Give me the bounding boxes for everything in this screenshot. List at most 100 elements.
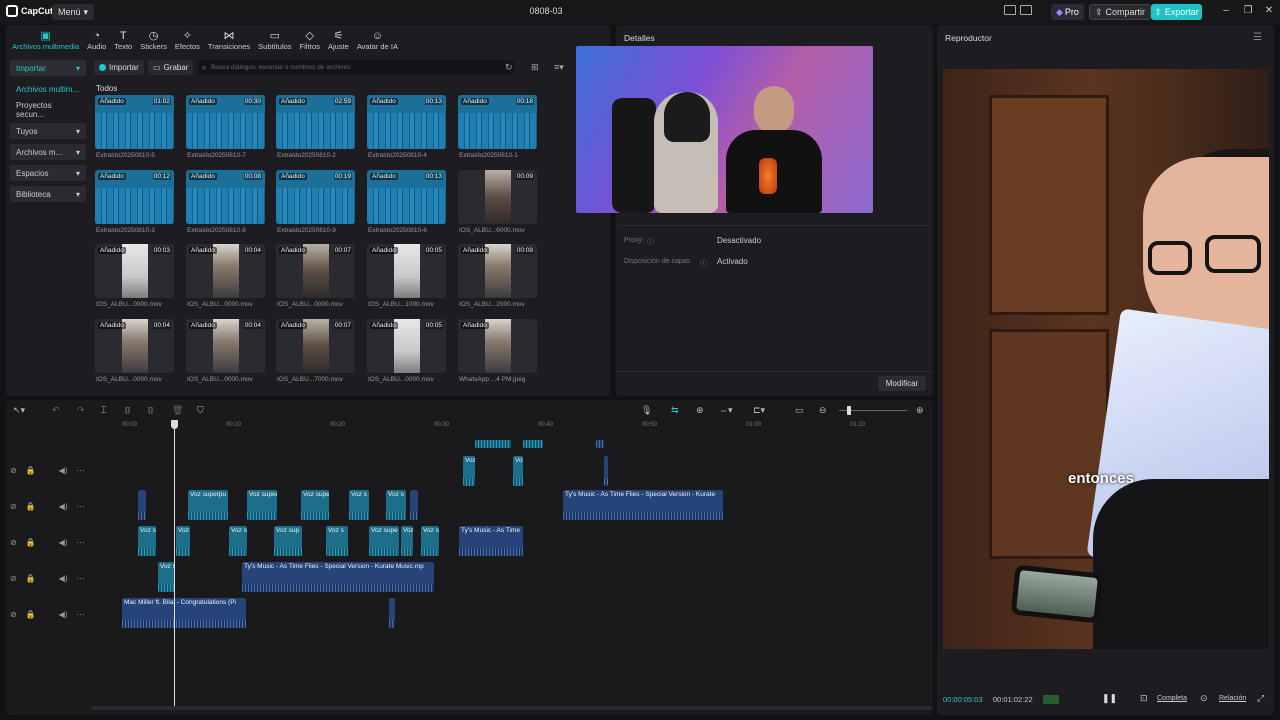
info-icon[interactable]: ⓘ — [700, 258, 707, 268]
share-button[interactable]: ⇪ Compartir — [1089, 4, 1152, 20]
audio-clip[interactable] — [389, 598, 395, 628]
full-quality-button[interactable]: Completa — [1157, 695, 1187, 702]
voiceover-clip[interactable]: Voz s — [386, 490, 406, 520]
voiceover-clip[interactable]: Voz superpu — [188, 490, 228, 520]
media-thumbnail[interactable]: Añadido 00:08 — [186, 170, 265, 224]
minimize-icon[interactable]: – — [1220, 5, 1232, 17]
playhead[interactable] — [174, 422, 175, 706]
voiceover-clip[interactable]: Voz super — [247, 490, 277, 520]
zoom-slider-handle[interactable] — [847, 406, 851, 415]
media-thumbnail[interactable]: Añadido 00:13 — [367, 95, 446, 149]
link-icon[interactable]: ⊕ — [696, 405, 704, 416]
hide-track-icon[interactable]: ⊘ — [10, 466, 17, 475]
more-icon[interactable]: ⋯ — [77, 502, 85, 511]
voiceover-clip[interactable]: Voz supe — [301, 490, 329, 520]
select-tool-icon[interactable]: ↖▾ — [13, 405, 25, 416]
audio-clip[interactable] — [138, 490, 146, 520]
media-thumbnail[interactable]: Añadido 00:13 — [367, 170, 446, 224]
tab-stickers[interactable]: ◷ Stickers — [136, 25, 171, 51]
microphone-icon[interactable]: 🎙 — [641, 405, 652, 416]
tab-ai-avatar[interactable]: ☺ Avatar de IA — [353, 25, 402, 51]
tab-audio[interactable]: ◔ Audio — [83, 25, 110, 51]
sidebar-item-files[interactable]: Archivos m... ▾ — [10, 144, 86, 160]
mute-icon[interactable]: ◀) — [59, 466, 68, 475]
tab-filters[interactable]: ◇ Filtros — [296, 25, 324, 51]
mute-icon[interactable]: ◀) — [59, 574, 68, 583]
voiceover-clip[interactable]: Voz — [463, 456, 475, 486]
media-thumbnail[interactable]: Añadido 00:03 — [95, 244, 174, 298]
zoom-in-icon[interactable]: ⊕ — [916, 405, 924, 416]
restore-icon[interactable]: ❐ — [1242, 5, 1254, 17]
sidebar-item-secondary-projects[interactable]: Proyectos secun... — [10, 101, 86, 119]
info-icon[interactable]: ⓘ — [647, 237, 654, 247]
magnet-icon[interactable]: ⇆ — [671, 405, 679, 416]
audio-clip[interactable] — [596, 440, 604, 448]
modify-button[interactable]: Modificar — [878, 376, 926, 391]
split-icon[interactable]: ⌶ — [101, 405, 106, 416]
audio-clip[interactable]: Ty's Music - As Time Flies - Special Ver… — [242, 562, 434, 592]
media-thumbnail[interactable]: Añadido 00:07 — [276, 244, 355, 298]
lock-icon[interactable]: 🔒 — [26, 466, 36, 475]
fullscreen-edit-icon[interactable]: ⊡ — [1140, 693, 1148, 704]
mute-icon[interactable]: ◀) — [59, 538, 68, 547]
media-thumbnail[interactable]: Añadido 00:08 — [458, 244, 537, 298]
crop-icon[interactable]: ⊙ — [1200, 693, 1208, 704]
media-thumbnail[interactable]: Añadido — [458, 319, 537, 373]
voiceover-clip[interactable]: Voz s — [349, 490, 369, 520]
playhead-handle[interactable] — [171, 420, 178, 429]
refresh-icon[interactable]: ↻ — [505, 62, 513, 73]
hide-track-icon[interactable]: ⊘ — [10, 574, 17, 583]
search-input[interactable]: ⌕ Busca diálogos, escenas o nombres de ar… — [198, 60, 514, 75]
media-thumbnail[interactable]: Añadido 02:59 — [276, 95, 355, 149]
timeline-scrollbar[interactable] — [92, 706, 932, 710]
pro-button[interactable]: ◆ Pro — [1051, 4, 1084, 20]
tab-media[interactable]: ▣ Archivos multimedia — [8, 25, 83, 51]
media-thumbnail[interactable]: Añadido 00:04 — [186, 319, 265, 373]
media-thumbnail[interactable]: Añadido 00:04 — [95, 319, 174, 373]
audio-clip[interactable] — [410, 490, 418, 520]
tab-adjust[interactable]: ⚟ Ajuste — [324, 25, 353, 51]
sidebar-item-import[interactable]: Importar ▾ — [10, 60, 86, 76]
sidebar-item-library[interactable]: Biblioteca ▾ — [10, 186, 86, 202]
lock-icon[interactable]: 🔒 — [26, 574, 36, 583]
voiceover-clip[interactable]: Voz s — [158, 562, 174, 592]
caption-text[interactable]: entonces — [1068, 470, 1134, 487]
tab-transitions[interactable]: ⋈ Transiciones — [204, 25, 254, 51]
more-icon[interactable]: ⋯ — [77, 466, 85, 475]
voiceover-clip[interactable] — [475, 440, 511, 448]
media-thumbnail[interactable]: Añadido 00:04 — [186, 244, 265, 298]
zoom-out-icon[interactable]: ⊖ — [819, 405, 827, 416]
voiceover-clip[interactable]: Voz s — [421, 526, 439, 556]
import-button[interactable]: Importar — [94, 60, 144, 75]
grid-view-icon[interactable]: ⊞ — [531, 62, 539, 73]
hide-track-icon[interactable]: ⊘ — [10, 610, 17, 619]
media-thumbnail[interactable]: Añadido 00:05 — [367, 244, 446, 298]
voiceover-clip[interactable]: Voz s — [229, 526, 247, 556]
tab-text[interactable]: T Texto — [110, 25, 136, 51]
voiceover-clip[interactable]: Voz — [401, 526, 413, 556]
aspect-ratio-button[interactable]: Relación — [1219, 695, 1246, 702]
export-button[interactable]: ⇧ Exportar — [1151, 4, 1202, 20]
media-thumbnail[interactable]: Añadido 00:05 — [367, 319, 446, 373]
trim-left-icon[interactable]: ⌷ — [125, 405, 130, 416]
mute-icon[interactable]: ◀) — [59, 610, 68, 619]
voiceover-clip[interactable]: Voz — [176, 526, 190, 556]
media-thumbnail[interactable]: Añadido 01:02 — [95, 95, 174, 149]
hide-track-icon[interactable]: ⊘ — [10, 502, 17, 511]
media-thumbnail[interactable]: Añadido 00:12 — [95, 170, 174, 224]
voiceover-clip[interactable]: Voz supe — [369, 526, 399, 556]
sidebar-item-yours[interactable]: Tuyos ▾ — [10, 123, 86, 139]
voiceover-clip[interactable]: Vo — [513, 456, 523, 486]
caption-icon[interactable]: ▭ — [795, 405, 804, 416]
time-ruler[interactable]: 00:00 00:10 00:20 00:30 00:40 00:50 01:00 01:10 — [122, 422, 922, 432]
voiceover-clip[interactable]: Voz sup — [274, 526, 302, 556]
audio-clip[interactable] — [604, 456, 608, 486]
lock-icon[interactable]: 🔒 — [26, 538, 36, 547]
trim-right-icon[interactable]: ⌷ — [148, 405, 153, 416]
audio-clip[interactable]: Ty's Music - As Time — [459, 526, 523, 556]
lock-icon[interactable]: 🔒 — [26, 502, 36, 511]
video-preview[interactable] — [943, 69, 1269, 649]
audio-clip[interactable]: Mac Miller ft. Bilal - Congratulations (… — [122, 598, 246, 628]
audio-clip[interactable]: Ty's Music - As Time Flies - Special Ver… — [563, 490, 723, 520]
shortcut-icon[interactable] — [1020, 5, 1032, 15]
